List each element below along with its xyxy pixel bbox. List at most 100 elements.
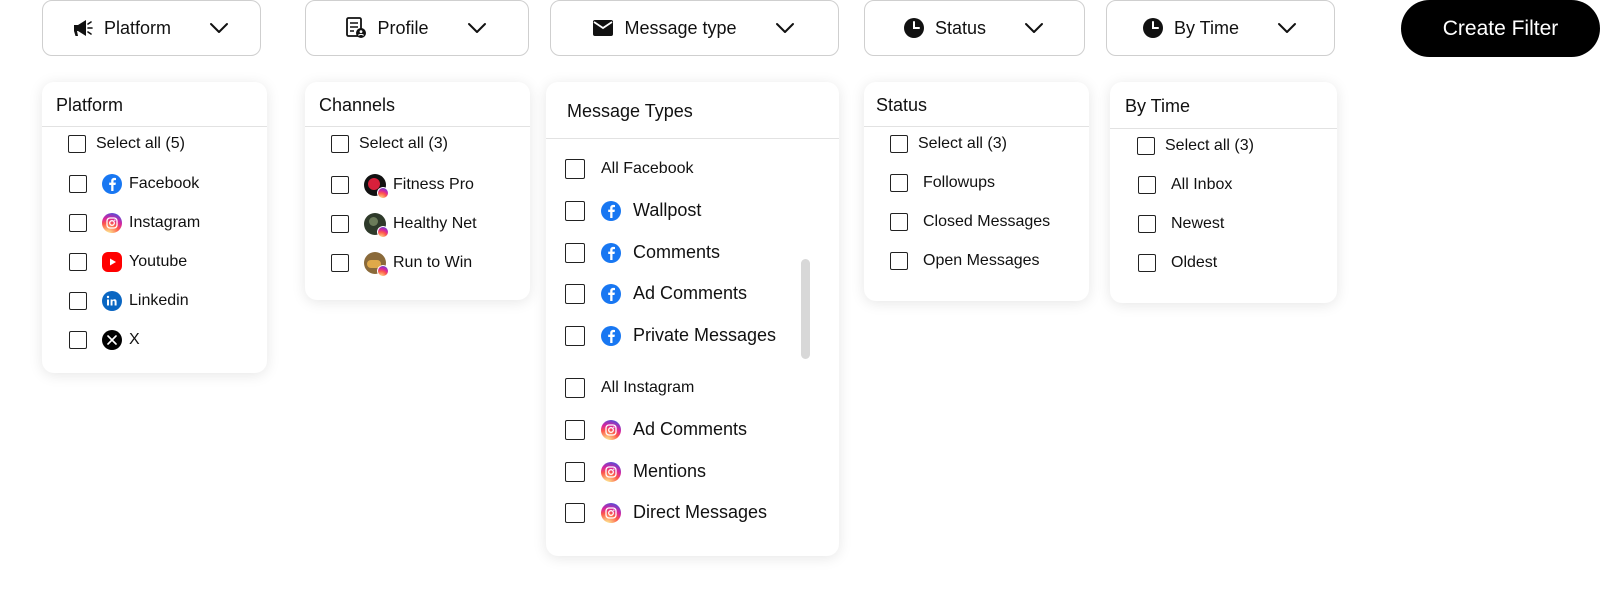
- checkbox[interactable]: [565, 419, 585, 440]
- by-time-item[interactable]: Newest: [1138, 215, 1224, 233]
- checkbox[interactable]: [68, 135, 86, 153]
- channels-select-all-label: Select all (3): [359, 135, 448, 152]
- platform-item-label: Facebook: [129, 175, 200, 192]
- checkbox[interactable]: [565, 502, 585, 523]
- status-dropdown-button[interactable]: Status: [864, 0, 1085, 56]
- checkbox[interactable]: [565, 378, 585, 398]
- by-time-item-label: Newest: [1171, 215, 1225, 232]
- instagram-badge-icon: [377, 187, 389, 199]
- healthy-net-avatar: [364, 213, 389, 238]
- checkbox[interactable]: [331, 176, 349, 194]
- divider: [42, 126, 267, 127]
- platform-panel: Platform Select all (5) Facebook Instagr…: [42, 82, 267, 373]
- by-time-select-all[interactable]: Select all (3): [1137, 137, 1254, 155]
- checkbox[interactable]: [565, 461, 585, 482]
- facebook-icon: [601, 283, 621, 304]
- platform-item-linkedin[interactable]: Linkedin: [69, 291, 189, 311]
- message-type-group-label: All Instagram: [601, 379, 695, 396]
- message-type-item[interactable]: Direct Messages: [565, 502, 767, 523]
- checkbox[interactable]: [69, 253, 87, 271]
- channel-item-healthy-net[interactable]: Healthy Net: [331, 213, 477, 238]
- by-time-item-label: All Inbox: [1171, 176, 1233, 193]
- by-time-panel-title: By Time: [1125, 95, 1191, 116]
- message-type-item[interactable]: Comments: [565, 242, 720, 263]
- checkbox[interactable]: [331, 135, 349, 153]
- by-time-item[interactable]: Oldest: [1138, 254, 1217, 272]
- status-item[interactable]: Open Messages: [890, 252, 1040, 270]
- status-select-all[interactable]: Select all (3): [890, 135, 1007, 153]
- instagram-icon: [601, 419, 621, 440]
- message-type-dropdown-button[interactable]: Message type: [550, 0, 839, 56]
- checkbox[interactable]: [565, 242, 585, 263]
- instagram-icon: [601, 502, 621, 523]
- checkbox[interactable]: [890, 213, 908, 231]
- linkedin-icon: [102, 291, 122, 311]
- message-type-item[interactable]: Ad Comments: [565, 419, 747, 440]
- checkbox[interactable]: [890, 135, 908, 153]
- message-type-item[interactable]: Wallpost: [565, 200, 701, 221]
- chevron-down-icon: [775, 17, 797, 39]
- checkbox[interactable]: [331, 215, 349, 233]
- by-time-item-label: Oldest: [1171, 254, 1218, 271]
- message-type-item-label: Private Messages: [633, 325, 777, 345]
- create-filter-button[interactable]: Create Filter: [1401, 0, 1600, 57]
- message-type-group-label: All Facebook: [601, 160, 694, 177]
- platform-item-label: Linkedin: [129, 292, 189, 309]
- message-type-all-facebook[interactable]: All Facebook: [565, 159, 694, 179]
- platform-item-youtube[interactable]: Youtube: [69, 252, 187, 272]
- platform-item-label: Instagram: [129, 214, 201, 231]
- platform-item-x[interactable]: X: [69, 330, 140, 350]
- chevron-down-icon: [1024, 17, 1046, 39]
- by-time-dropdown-button[interactable]: By Time: [1106, 0, 1335, 56]
- fitness-pro-avatar: [364, 174, 389, 199]
- message-type-item[interactable]: Mentions: [565, 461, 706, 482]
- checkbox[interactable]: [1138, 176, 1156, 194]
- channels-panel-title: Channels: [319, 94, 396, 115]
- platform-dropdown-button[interactable]: Platform: [42, 0, 261, 56]
- checkbox[interactable]: [565, 159, 585, 179]
- checkbox[interactable]: [331, 254, 349, 272]
- checkbox[interactable]: [1138, 254, 1156, 272]
- checkbox[interactable]: [1138, 215, 1156, 233]
- message-types-scrollbar[interactable]: [801, 259, 810, 359]
- status-item[interactable]: Closed Messages: [890, 213, 1050, 231]
- chevron-down-icon: [467, 17, 489, 39]
- message-type-item[interactable]: Private Messages: [565, 325, 776, 346]
- channels-select-all[interactable]: Select all (3): [331, 135, 448, 153]
- status-panel: Status Select all (3) Followups Closed M…: [864, 82, 1089, 301]
- chevron-down-icon: [209, 17, 231, 39]
- message-type-item[interactable]: Ad Comments: [565, 283, 747, 304]
- profile-button-label: Profile: [377, 17, 429, 38]
- platform-select-all-label: Select all (5): [96, 135, 185, 152]
- checkbox[interactable]: [69, 292, 87, 310]
- checkbox[interactable]: [69, 214, 87, 232]
- channels-panel: Channels Select all (3) Fitness Pro Heal…: [305, 82, 530, 300]
- divider: [1110, 128, 1337, 129]
- checkbox[interactable]: [890, 252, 908, 270]
- channel-item-run-to-win[interactable]: Run to Win: [331, 252, 473, 277]
- checkbox[interactable]: [69, 175, 87, 193]
- checkbox[interactable]: [890, 174, 908, 192]
- checkbox[interactable]: [565, 283, 585, 304]
- by-time-item[interactable]: All Inbox: [1138, 176, 1232, 194]
- profile-dropdown-button[interactable]: Profile: [305, 0, 529, 56]
- clock-icon: [1142, 17, 1164, 39]
- message-type-all-instagram[interactable]: All Instagram: [565, 378, 694, 398]
- instagram-badge-icon: [377, 226, 389, 238]
- message-types-panel-title: Message Types: [567, 100, 693, 121]
- checkbox[interactable]: [565, 200, 585, 221]
- platform-item-label: Youtube: [129, 253, 188, 270]
- status-item[interactable]: Followups: [890, 174, 995, 192]
- channel-item-fitness-pro[interactable]: Fitness Pro: [331, 174, 474, 199]
- platform-button-label: Platform: [103, 17, 172, 38]
- platform-select-all[interactable]: Select all (5): [68, 135, 185, 153]
- facebook-icon: [601, 325, 621, 346]
- checkbox[interactable]: [1137, 137, 1155, 155]
- platform-item-facebook[interactable]: Facebook: [69, 174, 199, 194]
- platform-item-instagram[interactable]: Instagram: [69, 213, 200, 233]
- checkbox[interactable]: [565, 325, 585, 346]
- envelope-icon: [592, 17, 614, 39]
- checkbox[interactable]: [69, 331, 87, 349]
- status-panel-title: Status: [876, 94, 928, 115]
- channel-item-label: Run to Win: [393, 254, 473, 271]
